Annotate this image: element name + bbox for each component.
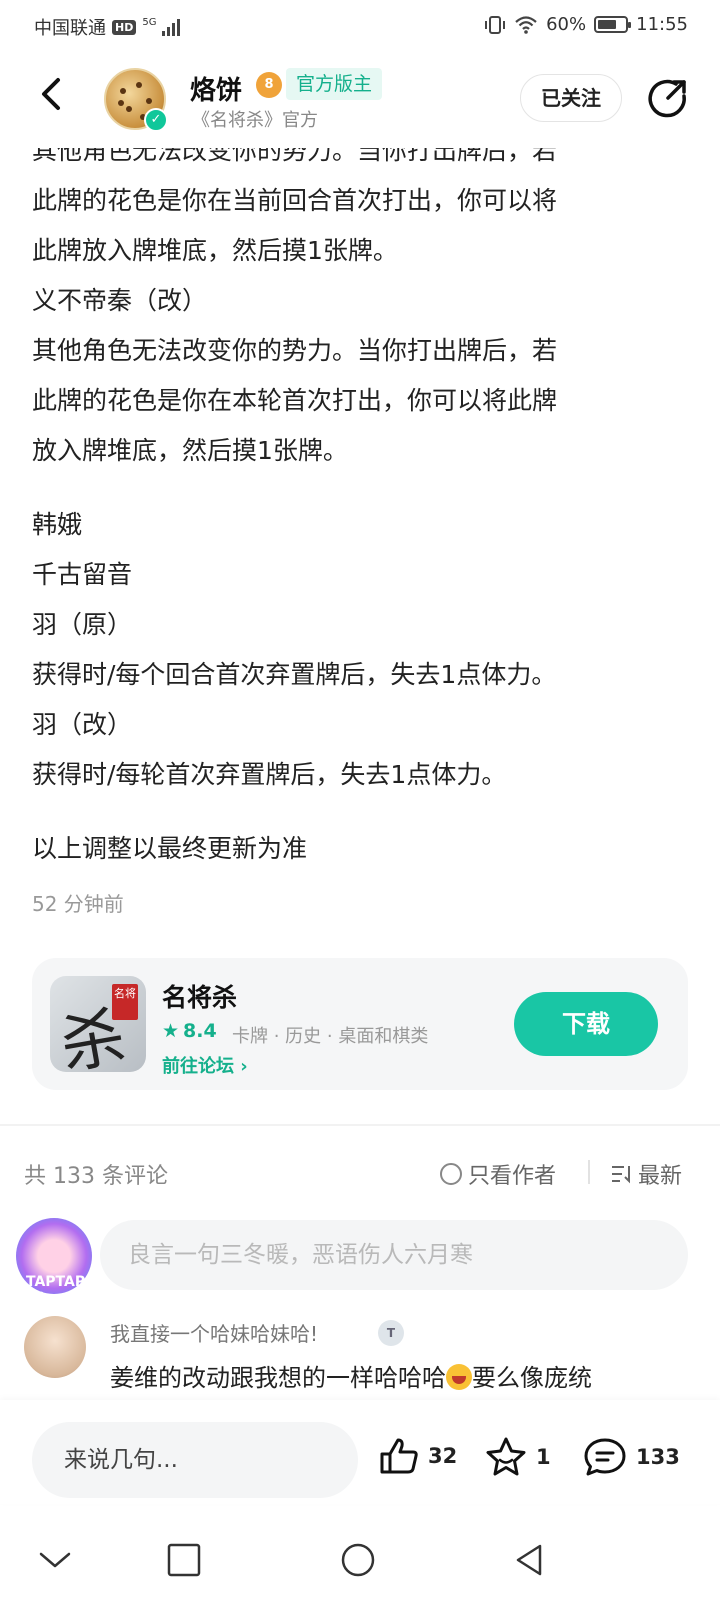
author-name[interactable]: 烙饼 [190, 70, 242, 107]
sort-icon[interactable] [610, 1163, 634, 1185]
vibrate-icon [485, 15, 506, 34]
forum-link-label[interactable]: 前往论坛 [162, 1056, 234, 1077]
comment-input[interactable]: 良言一句三冬暖，恶语伤人六月寒 [100, 1220, 688, 1290]
battery-percent: 60% [546, 14, 587, 35]
share-icon[interactable] [646, 76, 690, 120]
post-content: 其他角色无法改变你的势力。当你打出牌后，若 此牌的花色是你在当前回合首次打出，你… [32, 126, 692, 874]
quick-comment-input[interactable]: 来说几句... [32, 1422, 358, 1498]
signal-icon [162, 18, 181, 36]
clock: 11:55 [636, 14, 688, 35]
level-badge: 8 [256, 72, 282, 98]
my-avatar[interactable]: TAPTAP 10 [16, 1218, 92, 1306]
author-only-toggle[interactable]: 只看作者 [440, 1158, 556, 1190]
chevron-right-icon: › [240, 1056, 248, 1077]
app-tags: 卡牌 · 历史 · 桌面和棋类 [232, 1026, 429, 1047]
post-header: ✓ 烙饼 8 官方版主 《名将杀》官方 已关注 [0, 52, 720, 148]
post-line: 羽（改） [32, 710, 133, 739]
bottom-action-bar: 来说几句... 32 1 133 [0, 1400, 720, 1504]
status-right: 60% 11:55 [484, 14, 688, 35]
post-line: 此牌的花色是你在当前回合首次打出，你可以将 [32, 186, 558, 215]
like-button[interactable]: 32 [378, 1436, 457, 1476]
nav-hide-chevron-icon[interactable] [38, 1550, 72, 1570]
app-card[interactable]: 杀 名将 名将杀 ★ 8.4 卡牌 · 历史 · 桌面和棋类 前往论坛 › 下载 [32, 958, 688, 1090]
post-line: 此牌的花色是你在本轮首次打出，你可以将此牌 [32, 386, 558, 415]
comments-button[interactable]: 133 [582, 1436, 680, 1478]
forum-link[interactable]: 前往论坛 › [162, 1052, 248, 1078]
post-line: 千古留音 [32, 560, 133, 589]
commenter-badge-icon: T [378, 1320, 404, 1346]
sort-label[interactable]: 最新 [638, 1158, 682, 1190]
status-left: 中国联通 HD 5G [34, 14, 181, 40]
star-favorite-icon[interactable] [484, 1436, 528, 1478]
carrier-label: 中国联通 [34, 18, 106, 39]
thumbs-up-icon[interactable] [378, 1436, 420, 1476]
post-line: 获得时/每个回合首次弃置牌后，失去1点体力。 [32, 660, 557, 689]
network-label: 5G [142, 16, 157, 28]
author-only-label[interactable]: 只看作者 [468, 1158, 556, 1190]
radio-circle-icon[interactable] [440, 1163, 462, 1185]
author-subtitle: 《名将杀》官方 [192, 110, 318, 131]
follow-button[interactable]: 已关注 [520, 74, 622, 122]
comment-text: 姜维的改动跟我想的一样哈哈哈 要么像庞统 [110, 1364, 592, 1392]
rating-value: 8.4 [183, 1020, 217, 1042]
app-icon[interactable]: 杀 名将 [50, 976, 146, 1072]
post-line: 放入牌堆底，然后摸1张牌。 [32, 436, 348, 465]
wifi-icon [515, 15, 537, 34]
back-arrow-icon[interactable] [30, 72, 74, 116]
battery-icon [594, 16, 632, 33]
post-time: 52 分钟前 [32, 892, 124, 916]
post-line: 获得时/每轮首次弃置牌后，失去1点体力。 [32, 760, 507, 789]
comments-count: 133 [636, 1445, 680, 1469]
sort-toggle[interactable]: 最新 [610, 1158, 682, 1190]
post-footer-note: 以上调整以最终更新为准 [32, 834, 308, 863]
laughing-emoji-icon [446, 1364, 472, 1390]
like-count: 32 [428, 1444, 458, 1468]
app-icon-seal: 名将 [112, 984, 138, 1020]
post-line: 其他角色无法改变你的势力。当你打出牌后，若 [32, 336, 558, 365]
my-avatar-text: TAPTAP 10 [26, 1274, 86, 1306]
hd-icon: HD [112, 19, 137, 35]
comment-count: 共 133 条评论 [24, 1164, 168, 1189]
favorite-button[interactable]: 1 [484, 1436, 551, 1478]
post-line: 韩娥 [32, 510, 83, 539]
verified-check-icon: ✓ [144, 108, 168, 132]
nav-home-icon[interactable] [340, 1542, 376, 1578]
commenter-avatar[interactable] [24, 1316, 86, 1378]
status-bar: 中国联通 HD 5G 60% 11:55 [0, 0, 720, 52]
favorite-count: 1 [536, 1445, 551, 1469]
star-icon: ★ [162, 1020, 180, 1042]
comment-bubble-icon[interactable] [582, 1436, 628, 1478]
post-line: 羽（原） [32, 610, 133, 639]
nav-back-icon[interactable] [512, 1542, 546, 1578]
commenter-name[interactable]: 我直接一个哈妹哈妹哈! [110, 1318, 318, 1347]
nav-recents-icon[interactable] [166, 1542, 202, 1578]
system-nav-bar [0, 1520, 720, 1612]
filter-separator [588, 1160, 590, 1184]
post-line: 义不帝秦（改） [32, 286, 208, 315]
section-divider [0, 1124, 720, 1126]
download-button[interactable]: 下载 [514, 992, 658, 1056]
post-line: 此牌放入牌堆底，然后摸1张牌。 [32, 236, 398, 265]
role-badge: 官方版主 [286, 68, 383, 100]
app-name[interactable]: 名将杀 [162, 978, 237, 1014]
app-rating: ★ 8.4 [162, 1020, 217, 1042]
